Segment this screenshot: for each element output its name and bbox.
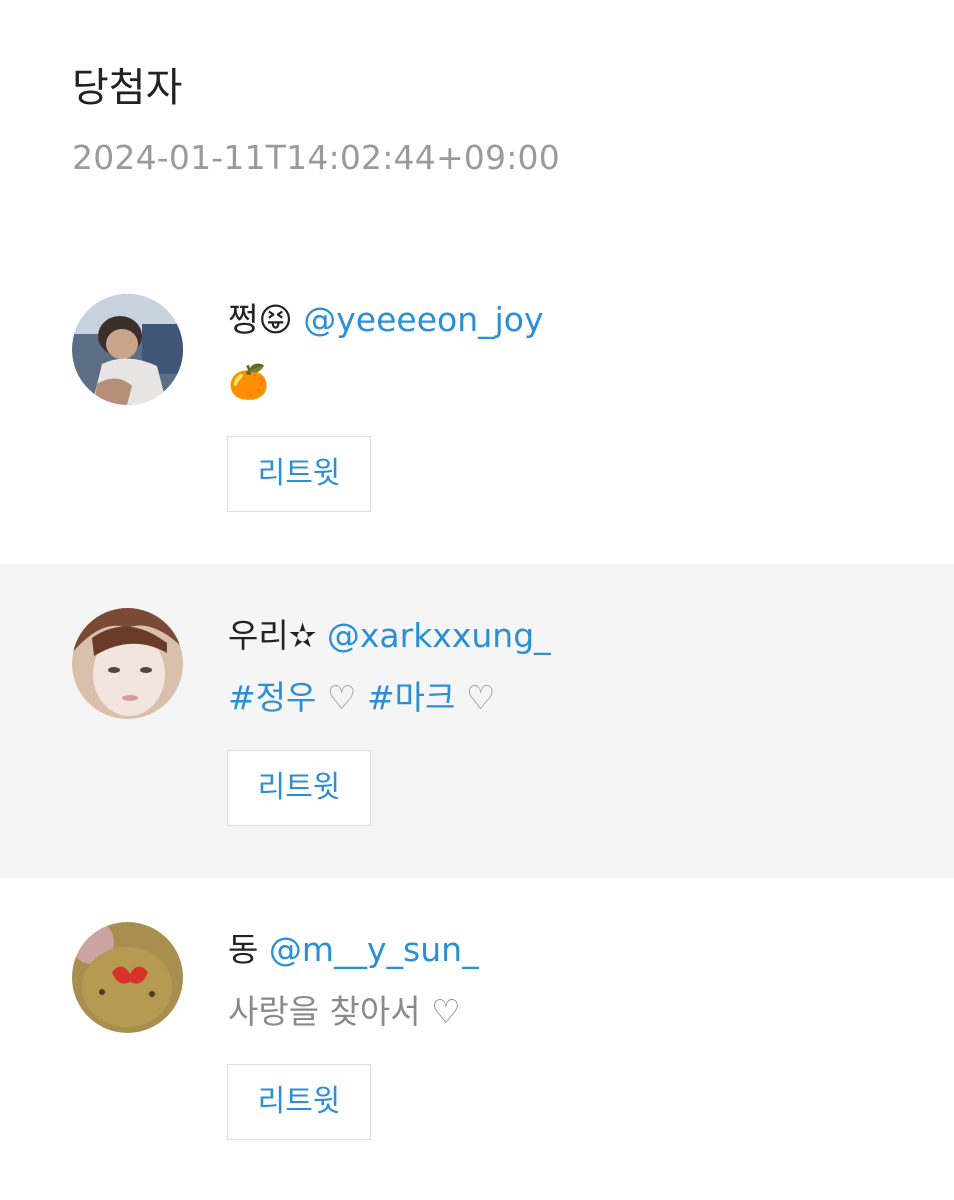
retweet-button[interactable]: 리트윗	[227, 750, 371, 826]
user-handle-link[interactable]: @m__y_sun_	[269, 930, 479, 969]
avatar[interactable]	[72, 608, 183, 719]
winner-item: 우리✫ @xarkxxung_ #정우 ♡ #마크 ♡ 리트윗	[0, 564, 954, 878]
winner-item: 쩡😝 @yeeeeon_joy 🍊 리트윗	[0, 264, 954, 578]
user-handle-link[interactable]: @yeeeeon_joy	[303, 300, 543, 339]
name-line: 동 @m__y_sun_	[228, 928, 479, 972]
page-title: 당첨자	[72, 65, 183, 111]
user-bio: #정우 ♡ #마크 ♡	[228, 676, 495, 720]
draw-timestamp: 2024-01-11T14:02:44+09:00	[72, 138, 560, 177]
display-name: 쩡😝	[228, 300, 293, 339]
profile-photo-face-icon	[72, 608, 183, 719]
name-line: 우리✫ @xarkxxung_	[228, 614, 551, 658]
user-handle-link[interactable]: @xarkxxung_	[327, 616, 551, 655]
retweet-button[interactable]: 리트윗	[227, 1064, 371, 1140]
user-bio: 🍊	[228, 362, 270, 401]
retweet-button[interactable]: 리트윗	[227, 436, 371, 512]
avatar[interactable]	[72, 922, 183, 1033]
heart-glyph: ♡	[455, 678, 496, 717]
profile-photo-person-icon	[72, 294, 183, 405]
profile-photo-plush-icon	[72, 922, 183, 1033]
display-name: 동	[228, 930, 259, 969]
name-line: 쩡😝 @yeeeeon_joy	[228, 298, 544, 342]
user-bio: 사랑을 찾아서 ♡	[228, 992, 461, 1031]
page-header: 당첨자 2024-01-11T14:02:44+09:00	[72, 58, 560, 180]
hashtag-link[interactable]: #정우	[228, 678, 316, 717]
winner-item: 동 @m__y_sun_ 사랑을 찾아서 ♡ 리트윗	[0, 878, 954, 1192]
avatar[interactable]	[72, 294, 183, 405]
hashtag-link[interactable]: #마크	[367, 678, 455, 717]
display-name: 우리✫	[228, 616, 317, 655]
heart-glyph: ♡	[316, 678, 367, 717]
